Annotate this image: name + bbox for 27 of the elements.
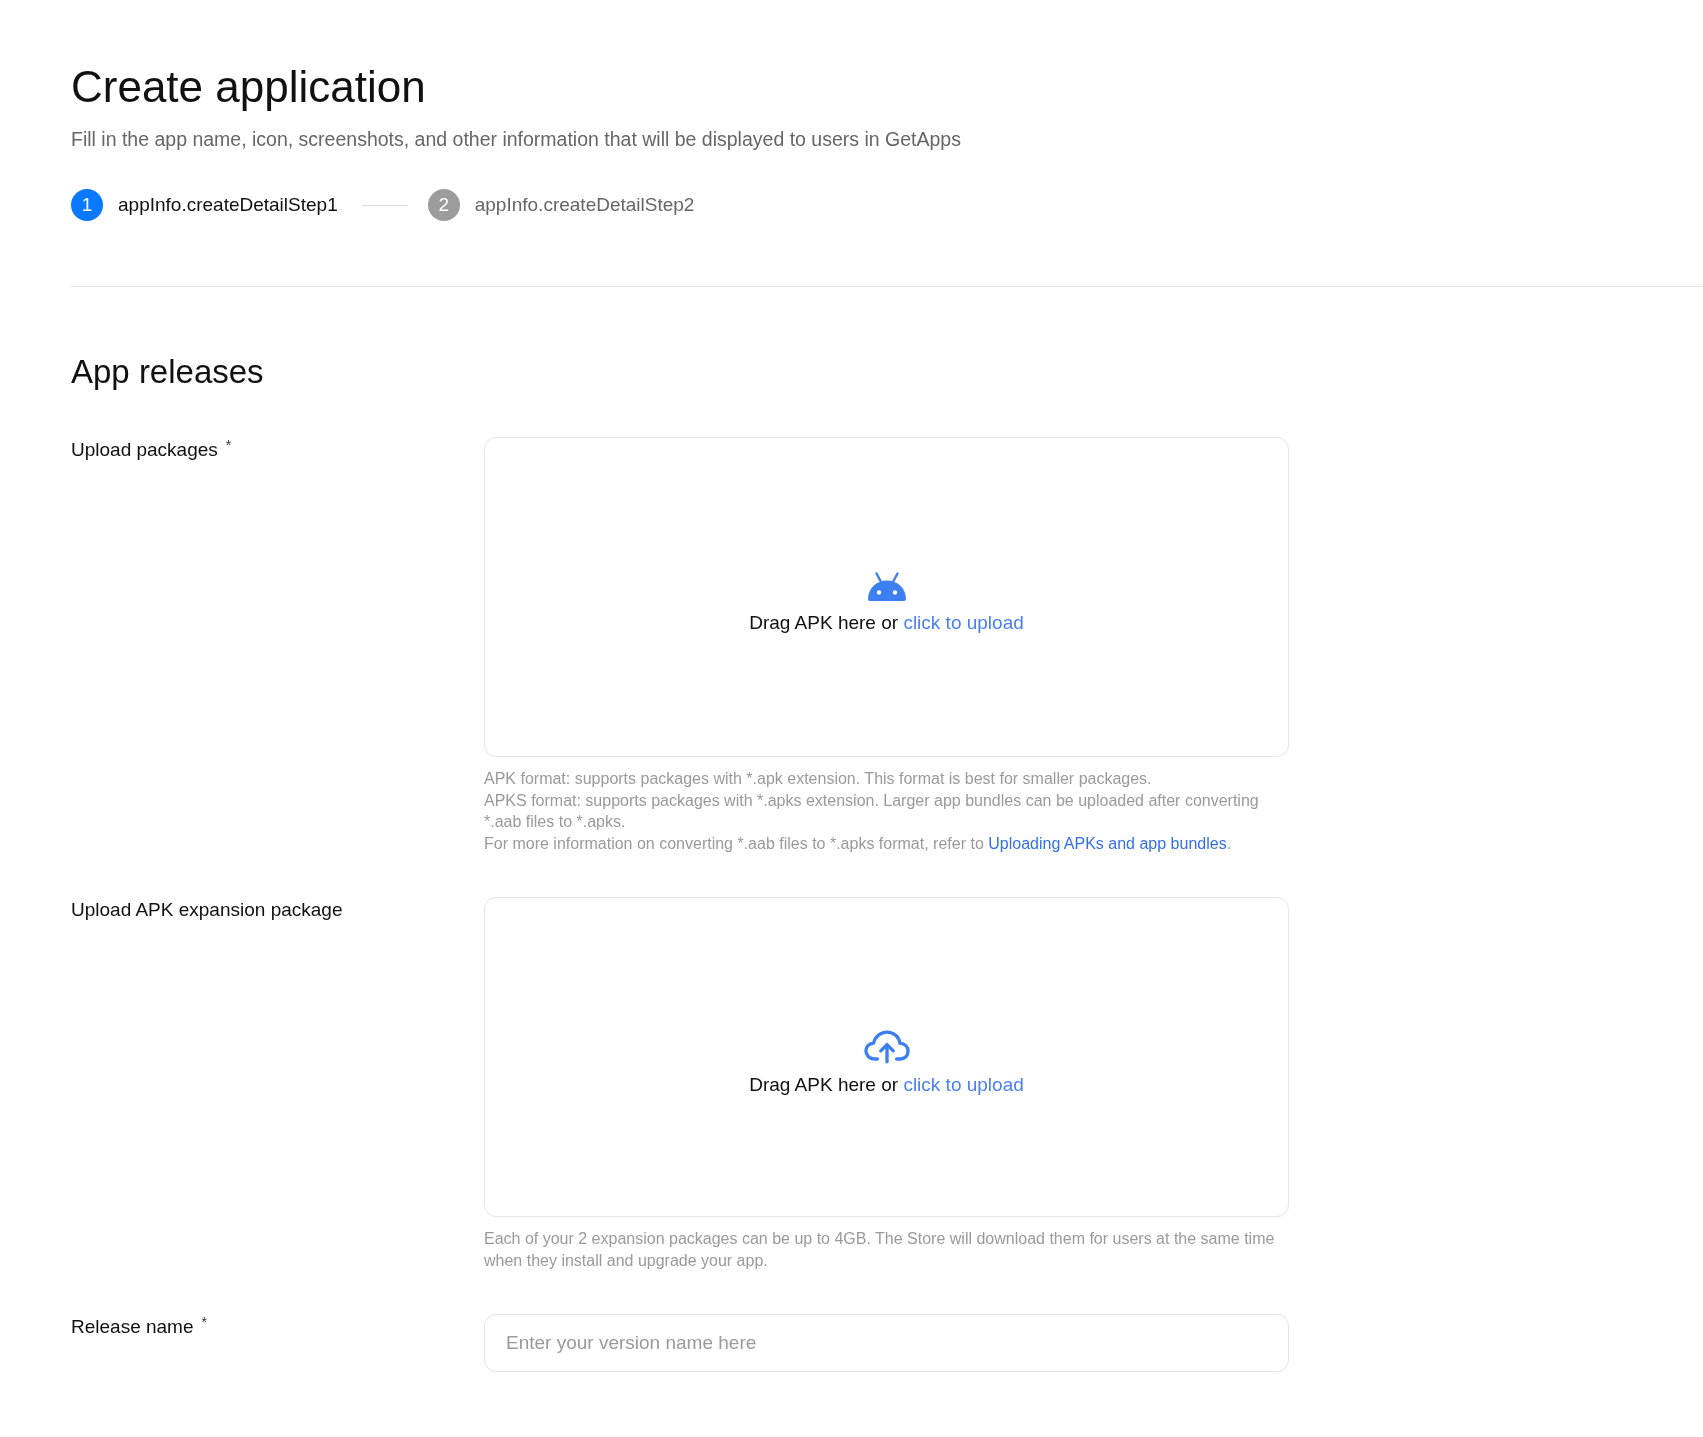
help-text: APK format: supports packages with *.apk extension. This format is best for smaller packages. (484, 769, 1153, 789)
cloud-upload-icon (863, 1030, 910, 1064)
page-subtitle: Fill in the app name, icon, screenshots, and other information that will be displayed to users in GetApps (71, 127, 961, 152)
upload-dropzone[interactable]: Drag APK here or click to upload (484, 897, 1289, 1217)
step-number: 2 (427, 189, 460, 221)
field-label: Release name (71, 1315, 194, 1339)
help-text: For more information on converting *.aab files to *.apks format, refer to Uploading APKs and app bundles. (484, 833, 1233, 854)
help-text: Each of your 2 expansion packages can be up to 4GB. The Store will download them for users at the same time when they install and upgrade your app. (484, 1229, 1276, 1271)
step-label: appInfo.createDetailStep2 (474, 193, 695, 217)
step-number: 1 (71, 189, 103, 221)
upload-link[interactable]: click to upload (903, 1074, 1024, 1095)
required-mark: * (201, 1314, 207, 1330)
page-title: Create application (71, 62, 426, 112)
section-title: App releases (71, 352, 264, 392)
dropzone-text: Drag APK here or click to upload (749, 1073, 1024, 1097)
required-mark: * (225, 437, 232, 453)
help-text: APKS format: supports packages with *.apks extension. Larger app bundles can be uploaded after converting *.aab files to *.apks. (484, 790, 1260, 832)
android-icon (865, 572, 908, 602)
field-label: Upload APK expansion package (71, 898, 343, 922)
help-link[interactable]: Uploading APKs and app bundles (988, 834, 1227, 852)
upload-dropzone[interactable]: Drag APK here or click to upload (484, 437, 1289, 757)
release-name-input[interactable]: Enter your version name here (484, 1314, 1289, 1372)
dropzone-text: Drag APK here or click to upload (749, 611, 1024, 635)
field-label: Upload packages (71, 438, 218, 462)
step-label: appInfo.createDetailStep1 (118, 193, 338, 217)
upload-link[interactable]: click to upload (903, 612, 1024, 633)
step-connector (361, 204, 408, 206)
